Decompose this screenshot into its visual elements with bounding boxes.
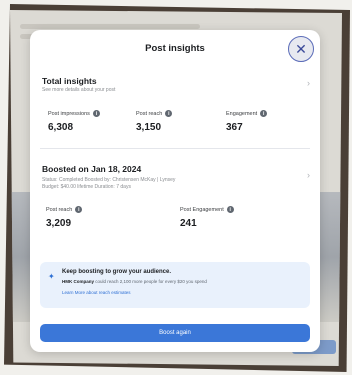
tip-body: HMK Company could reach 2,100 more peopl… [62,279,302,284]
metric-label: Post Engagement [180,206,224,213]
close-button[interactable]: ✕ [288,36,314,62]
boosted-chevron-icon[interactable]: › [307,170,310,180]
info-icon[interactable]: i [92,110,100,117]
info-icon[interactable]: i [165,110,173,117]
metric-value: 3,209 [46,218,72,229]
tip-company: HMK Company [62,279,95,284]
dialog-title: Post insights [145,43,205,54]
total-insights-subtitle: See more details about your post [42,87,116,93]
tip-body-text: could reach 2,100 more people for every … [94,279,207,284]
metric-post-impressions: Post impressions i 6,308 [48,110,100,133]
boosted-status: Status: Completed Boosted by: Christense… [42,177,176,183]
boosted-budget: Budget: $40.00 lifetime Duration: 7 days [42,184,131,190]
learn-more-link[interactable]: Learn More about reach estimates [62,290,131,295]
boost-tip-banner: ✦ Keep boosting to grow your audience. H… [40,262,310,308]
sparkle-icon: ✦ [48,272,55,281]
metric-value: 3,150 [136,122,162,133]
boosted-title: Boosted on Jan 18, 2024 [42,164,142,174]
boost-again-button[interactable]: Boost again [40,324,310,342]
background-text-line [20,24,200,29]
close-icon: ✕ [295,41,307,57]
info-icon[interactable]: i [260,110,268,117]
post-insights-dialog: Post insights ✕ Total insights See more … [30,30,320,352]
metric-label: Engagement [226,110,258,117]
metric-label: Post reach [46,206,73,213]
metric-post-reach: Post reach i 3,150 [136,110,173,133]
tip-title: Keep boosting to grow your audience. [62,269,172,275]
total-insights-title: Total insights [42,76,97,86]
info-icon[interactable]: i [75,206,83,213]
metric-value: 6,308 [48,122,74,133]
total-insights-chevron-icon[interactable]: › [307,78,310,88]
metric-boost-post-engagement: Post Engagement i 241 [180,206,234,229]
metric-label: Post impressions [48,110,90,117]
info-icon[interactable]: i [226,206,234,213]
metric-label: Post reach [136,110,163,117]
section-divider [40,148,310,149]
metric-engagement: Engagement i 367 [226,110,268,133]
metric-value: 241 [180,218,197,229]
metric-value: 367 [226,122,243,133]
metric-boost-post-reach: Post reach i 3,209 [46,206,83,229]
